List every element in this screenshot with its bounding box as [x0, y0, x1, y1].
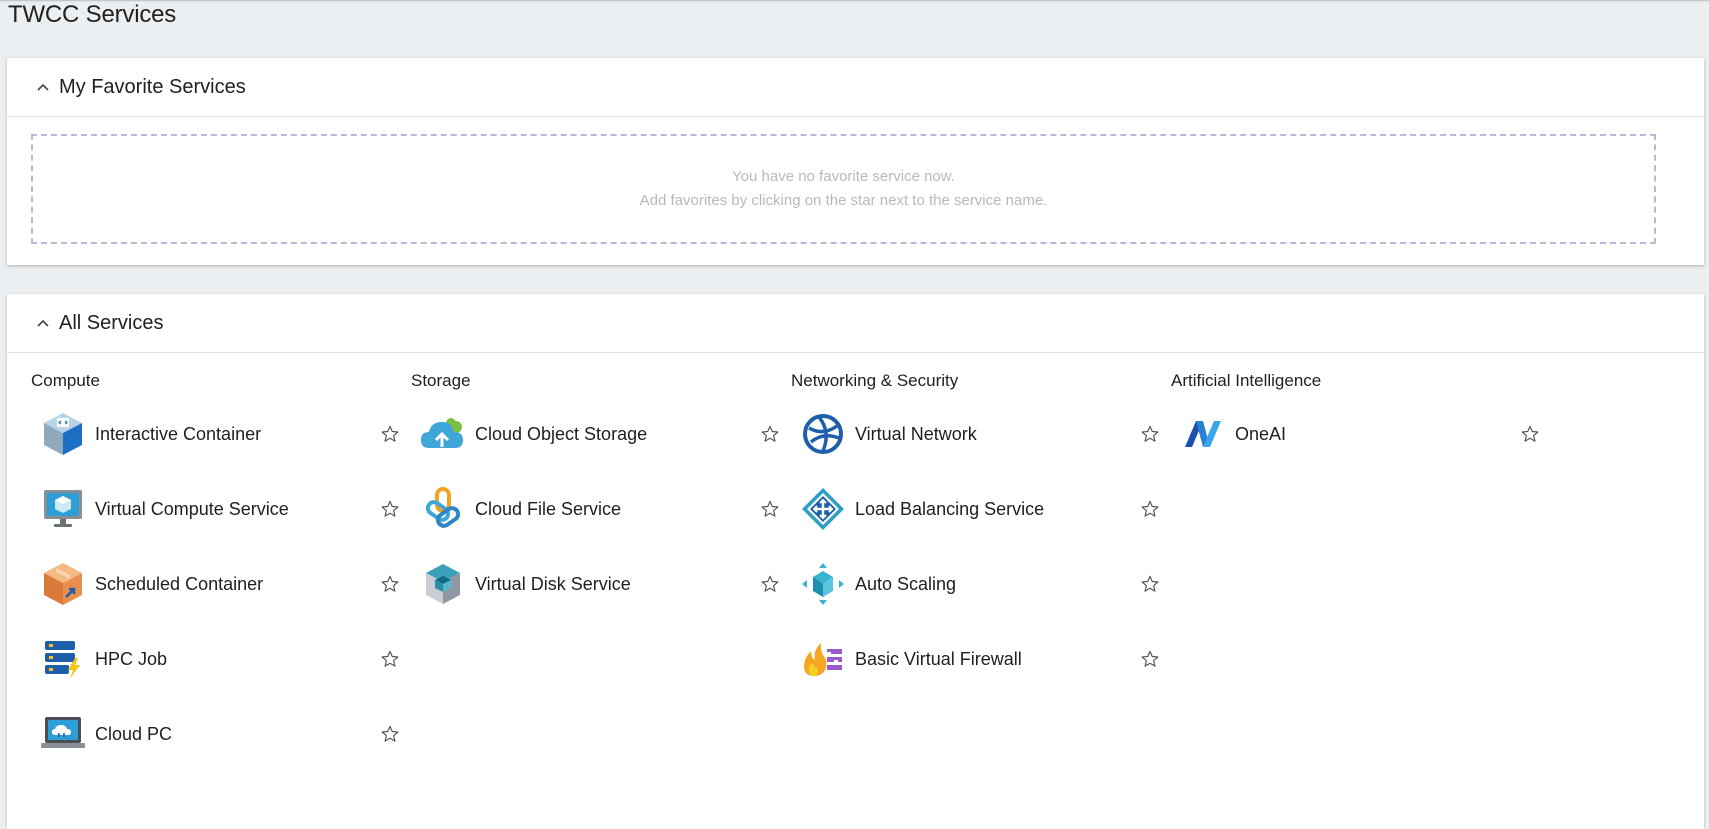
service-name: Virtual Network: [855, 423, 977, 444]
chevron-up-icon[interactable]: [36, 80, 50, 94]
chevron-up-icon[interactable]: [36, 316, 50, 330]
virtual-disk-icon: [419, 560, 467, 608]
empty-message-line-2: Add favorites by clicking on the star ne…: [639, 192, 1048, 209]
virtual-compute-icon: [39, 485, 87, 533]
favorites-panel-header[interactable]: My Favorite Services: [7, 58, 1704, 117]
favorite-star-icon[interactable]: [1138, 572, 1162, 596]
favorites-empty-state: You have no favorite service now. Add fa…: [31, 134, 1656, 244]
hpc-job-icon: [39, 635, 87, 683]
service-name: Cloud Object Storage: [475, 423, 648, 444]
category-compute: Compute Interactive Container Virtual Co…: [31, 371, 411, 748]
top-shadow: [0, 0, 1709, 2]
favorite-star-icon[interactable]: [1138, 647, 1162, 671]
service-name: Basic Virtual Firewall: [855, 648, 1022, 669]
service-hpc-job[interactable]: HPC Job: [31, 629, 411, 689]
favorite-star-icon[interactable]: [378, 572, 402, 596]
favorite-star-icon[interactable]: [378, 497, 402, 521]
load-balancing-icon: [799, 485, 847, 533]
favorite-star-icon[interactable]: [758, 497, 782, 521]
interactive-container-icon: [39, 410, 87, 458]
service-name: Interactive Container: [95, 423, 262, 444]
favorite-star-icon[interactable]: [758, 572, 782, 596]
service-name: Cloud PC: [95, 723, 173, 744]
favorite-star-icon[interactable]: [1518, 422, 1542, 446]
category-title: Storage: [411, 371, 471, 390]
scheduled-container-icon: [39, 560, 87, 608]
favorite-star-icon[interactable]: [378, 647, 402, 671]
category-title: Networking & Security: [791, 371, 959, 390]
oneai-icon: [1179, 410, 1227, 458]
all-services-panel-header[interactable]: All Services: [7, 294, 1704, 353]
favorites-title: My Favorite Services: [59, 75, 246, 98]
category-storage: Storage Cloud Object Storage Cloud File …: [411, 371, 791, 604]
service-name: Scheduled Container: [95, 573, 264, 594]
page-title: TWCC Services: [8, 1, 177, 28]
service-name: Virtual Disk Service: [475, 573, 631, 594]
service-cloud-object-storage[interactable]: Cloud Object Storage: [411, 404, 791, 464]
firewall-icon: [799, 635, 847, 683]
all-services-title: All Services: [59, 311, 164, 334]
cloud-pc-icon: [39, 710, 87, 758]
service-basic-virtual-firewall[interactable]: Basic Virtual Firewall: [791, 629, 1171, 689]
favorite-star-icon[interactable]: [378, 722, 402, 746]
favorites-panel: My Favorite Services You have no favorit…: [7, 58, 1704, 265]
service-name: Load Balancing Service: [855, 498, 1045, 519]
service-virtual-network[interactable]: Virtual Network: [791, 404, 1171, 464]
service-load-balancing[interactable]: Load Balancing Service: [791, 479, 1171, 539]
service-auto-scaling[interactable]: Auto Scaling: [791, 554, 1171, 614]
category-title: Artificial Intelligence: [1171, 371, 1322, 390]
cloud-object-storage-icon: [419, 410, 467, 458]
cloud-file-service-icon: [419, 485, 467, 533]
favorite-star-icon[interactable]: [378, 422, 402, 446]
service-oneai[interactable]: OneAI: [1171, 404, 1551, 464]
service-name: Cloud File Service: [475, 498, 622, 519]
empty-message-line-1: You have no favorite service now.: [732, 168, 955, 185]
all-services-panel: All Services Compute Interactive Contain…: [7, 294, 1704, 829]
favorite-star-icon[interactable]: [758, 422, 782, 446]
category-networking-security: Networking & Security Virtual Network Lo…: [791, 371, 1171, 676]
virtual-network-icon: [799, 410, 847, 458]
auto-scaling-icon: [799, 560, 847, 608]
service-cloud-file-service[interactable]: Cloud File Service: [411, 479, 791, 539]
service-name: OneAI: [1235, 423, 1287, 444]
service-scheduled-container[interactable]: Scheduled Container: [31, 554, 411, 614]
service-cloud-pc[interactable]: Cloud PC: [31, 704, 411, 764]
favorite-star-icon[interactable]: [1138, 497, 1162, 521]
category-artificial-intelligence: Artificial Intelligence OneAI: [1171, 371, 1551, 447]
service-virtual-disk[interactable]: Virtual Disk Service: [411, 554, 791, 614]
category-title: Compute: [31, 371, 100, 390]
service-name: HPC Job: [95, 648, 168, 669]
service-interactive-container[interactable]: Interactive Container: [31, 404, 411, 464]
service-name: Auto Scaling: [855, 573, 957, 594]
favorite-star-icon[interactable]: [1138, 422, 1162, 446]
service-name: Virtual Compute Service: [95, 498, 289, 519]
service-virtual-compute[interactable]: Virtual Compute Service: [31, 479, 411, 539]
